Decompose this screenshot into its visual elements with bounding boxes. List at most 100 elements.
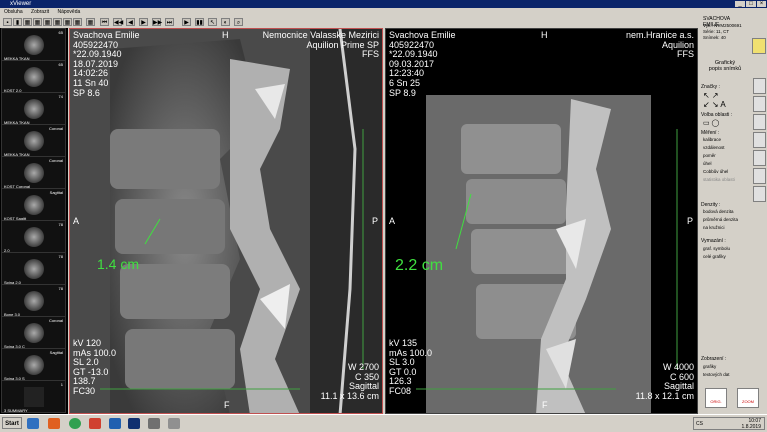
series-thumbnail[interactable]: MEKKA TKAN 65: [1, 28, 66, 61]
orientation-left-left: A: [73, 216, 80, 226]
zoom-icon[interactable]: ⌕: [234, 18, 243, 26]
graphics-side-panel: SVACHOVA EMILIE Vyk.: NVM2500691 Série: …: [699, 16, 767, 414]
chrome-icon[interactable]: [69, 418, 81, 429]
monitor-tool-icon[interactable]: [753, 150, 766, 166]
show-graphics-checkbox[interactable]: grafiky: [703, 364, 716, 369]
series-thumbnail[interactable]: 2.0 78: [1, 220, 66, 253]
tool-region-stats[interactable]: statistika oblasti: [703, 177, 735, 182]
region-section: Volba oblasti :: [701, 112, 733, 118]
cursor-tool-icon[interactable]: [753, 78, 766, 94]
menu-obsluha[interactable]: Obsluha: [4, 9, 23, 15]
pause-icon[interactable]: ▮▮: [195, 18, 204, 26]
delete-all-graphics[interactable]: celé grafiky: [703, 254, 726, 259]
app-icon[interactable]: [89, 418, 101, 429]
toolbar: ▪ ▮ ▦ ▦ ▦ ▦ ▦ ▦ ▦ ⏮ ◀◀ ◀ ▶ ▶▶ ⏭ ▶ ▮▮ ↖ ◐…: [0, 16, 700, 28]
delete-section: Vymazání :: [701, 238, 726, 244]
image-viewport-left[interactable]: Svachova Emilie 405922470 *22.09.1940 18…: [69, 28, 383, 414]
acquisition-info-right: kV 135 mAs 100.0 SL 3.0 GT 0.0 126.3 FC0…: [389, 338, 433, 396]
layout-grid6-icon[interactable]: ▦: [73, 18, 82, 26]
show-text-checkbox[interactable]: textových dat: [703, 372, 730, 377]
tool-calibration[interactable]: kalibrace: [703, 137, 721, 142]
layout-1x1-icon[interactable]: ▪: [3, 18, 12, 26]
print-tool-icon[interactable]: [753, 186, 766, 202]
layout-grid5-icon[interactable]: ▦: [63, 18, 72, 26]
cursor-icon[interactable]: ↖: [208, 18, 217, 26]
tool-distance[interactable]: vzdálenost: [703, 145, 725, 150]
tool-cobb-angle[interactable]: Cobbův úhel: [703, 169, 728, 174]
layout-grid3-icon[interactable]: ▦: [43, 18, 52, 26]
xviewer-taskbar-icon[interactable]: [128, 418, 140, 429]
image-viewport-right[interactable]: Svachova Emilie 405922470 *22.09.1940 09…: [385, 28, 698, 414]
nav-next-fast-icon[interactable]: ▶▶: [152, 18, 162, 26]
acquisition-info-left: kV 120 mAs 100.0 SL 2.0 GT -13.0 138.7 F…: [73, 338, 117, 396]
layout-grid4-icon[interactable]: ▦: [53, 18, 62, 26]
nav-prev-icon[interactable]: ◀: [126, 18, 135, 26]
firefox-icon[interactable]: [48, 418, 60, 429]
window-title: xViewer: [10, 1, 32, 7]
menu-bar: Obsluha Zobrazit Nápověda: [0, 8, 767, 16]
display-section: Zobrazení :: [701, 356, 727, 362]
orientation-right-left: P: [371, 216, 378, 226]
system-tray: CS 10:07 1.8.2019: [693, 417, 765, 430]
menu-zobrazit[interactable]: Zobrazit: [31, 9, 49, 15]
window-info-left: W 2700 C 350 Sagittal 11.1 x 13.6 cm: [320, 362, 379, 401]
settings-icon[interactable]: [168, 418, 180, 429]
nav-first-icon[interactable]: ⏮: [100, 18, 109, 26]
tool-angle[interactable]: úhel: [703, 161, 712, 166]
wrench-tool-icon[interactable]: [753, 132, 766, 148]
start-button[interactable]: Start: [2, 417, 22, 429]
zoom-button[interactable]: ZOOM: [737, 388, 759, 408]
maximize-button[interactable]: □: [746, 1, 756, 7]
series-thumbnail[interactable]: KOST Sagitt Sagittal: [1, 188, 66, 221]
series-thumbnail[interactable]: Spina 2.0 78: [1, 252, 66, 285]
tool-icon[interactable]: [148, 418, 160, 429]
edit-tool-icon[interactable]: [753, 168, 766, 184]
tool-circle-density[interactable]: na kružnici: [703, 225, 725, 230]
layout-tool-icon[interactable]: [753, 96, 766, 112]
menu-napoveda[interactable]: Nápověda: [57, 9, 80, 15]
play-icon[interactable]: ▶: [182, 18, 191, 26]
measurement-label-left[interactable]: 1.4 cm: [97, 256, 139, 272]
series-thumbnail[interactable]: Spina 3.0 C Coronal: [1, 316, 66, 349]
orientation-bottom-right: F: [542, 400, 548, 410]
arrow-tool2-icon[interactable]: ↙ ↘ A: [703, 100, 726, 109]
layout-grid-icon[interactable]: ▦: [23, 18, 32, 26]
series-thumbnail[interactable]: MEKKA TKAN 74: [1, 92, 66, 125]
measurement-label-right[interactable]: 2.2 cm: [395, 257, 443, 275]
series-info: Série: 11, CT: [703, 29, 730, 34]
original-button[interactable]: ORIG.: [705, 388, 727, 408]
layout-2x1-icon[interactable]: ▮: [13, 18, 22, 26]
orientation-top-right: H: [541, 30, 548, 40]
close-button[interactable]: ×: [757, 1, 766, 7]
tool-point-density[interactable]: bodová denzita: [703, 209, 734, 214]
series-thumbnail[interactable]: Spina 3.0 S Sagittal: [1, 348, 66, 381]
series-thumbnail[interactable]: Bone 3.0 78: [1, 284, 66, 317]
patient-info-right: Svachova Emilie 405922470 *22.09.1940 09…: [389, 30, 456, 98]
delete-symbol[interactable]: graf. symbolu: [703, 246, 730, 251]
series-thumbnail[interactable]: MEKKA TKAN Coronal: [1, 124, 66, 157]
layout-grid7-icon[interactable]: ▦: [86, 18, 95, 26]
nav-prev-fast-icon[interactable]: ◀◀: [113, 18, 123, 26]
series-thumbnail[interactable]: 3 SUMMARY 1: [1, 380, 66, 413]
measurement-section: Měření :: [701, 130, 720, 136]
word-icon[interactable]: [109, 418, 121, 429]
grid-tool-icon[interactable]: [753, 114, 766, 130]
taskbar: Start CS 10:07 1.8.2019: [0, 414, 767, 432]
nav-last-icon[interactable]: ⏭: [165, 18, 174, 26]
series-thumbnail[interactable]: KOST Coronal Coronal: [1, 156, 66, 189]
series-thumbnail[interactable]: KOST 2.0 65: [1, 60, 66, 93]
title-bar: xViewer _ □ ×: [0, 0, 767, 8]
language-indicator[interactable]: CS: [696, 421, 703, 427]
folder-icon[interactable]: [27, 418, 39, 429]
nav-next-icon[interactable]: ▶: [139, 18, 148, 26]
clock-date: 1.8.2019: [741, 424, 761, 430]
layout-grid2-icon[interactable]: ▦: [33, 18, 42, 26]
shape-rect-icon[interactable]: ▭ ◯: [703, 119, 719, 127]
tool-ratio[interactable]: poměr: [703, 153, 716, 158]
arrow-tool-icon[interactable]: ↖ ↗: [703, 91, 719, 100]
tool-average-density[interactable]: průměrná denzita: [703, 217, 738, 222]
minimize-button[interactable]: _: [735, 1, 745, 7]
window-level-icon[interactable]: ◐: [221, 18, 230, 26]
star-icon[interactable]: [752, 38, 766, 54]
side-tool-strip: [753, 78, 766, 202]
